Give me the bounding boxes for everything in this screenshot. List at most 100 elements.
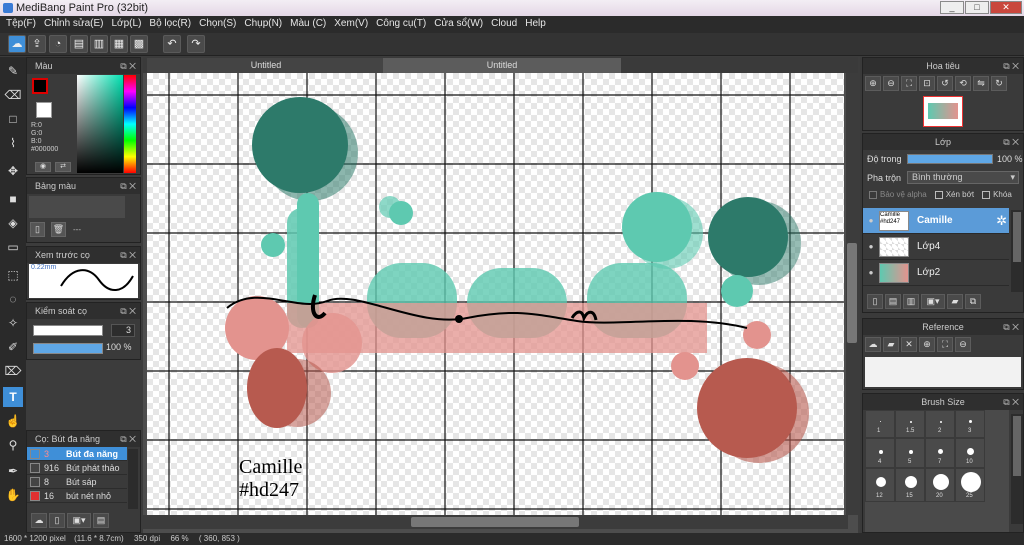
hand-tool-icon[interactable]: ✋ [3,485,23,505]
background-color-swatch[interactable] [36,102,52,118]
menu-window[interactable]: Cửa sổ(W) [432,16,489,33]
zoom-in-icon[interactable]: ⊕ [919,337,935,352]
horizontal-scrollbar[interactable] [143,515,848,529]
zoom-out-icon[interactable]: ⊖ [883,76,899,91]
brush-tool-icon[interactable]: ✎ [3,61,23,81]
rotate-reset-icon[interactable]: ⟲ [955,76,971,91]
vertical-scroll-thumb[interactable] [847,243,857,343]
tab-untitled-2[interactable]: Untitled [383,58,621,73]
canvas-text-block[interactable]: Camille #hd247 [239,456,302,502]
magic-wand-icon[interactable]: ✧ [3,313,23,333]
visibility-icon[interactable]: ● [863,268,879,277]
panel-options-icon[interactable]: ⧉ ✕ [120,58,136,74]
shape-tool-icon[interactable]: □ [3,109,23,129]
brush-size-cell[interactable]: 3 [955,410,985,438]
brush-size-value[interactable]: 3 [111,324,135,337]
rotate-right-icon[interactable]: ↻ [991,76,1007,91]
brush-size-cell[interactable]: 1.5 [895,410,925,438]
reference-cloud-icon[interactable]: ☁ [865,337,881,352]
brush-size-cell[interactable]: 4 [865,438,895,468]
menu-snap[interactable]: Chụp(N) [242,16,288,33]
redo-icon[interactable]: ↷ [187,35,205,53]
pages-icon[interactable]: ▩ [130,35,148,53]
delete-palette-icon[interactable]: 🗑 [51,222,66,237]
brush-item-crayon[interactable]: 8 Bút sáp [27,475,127,489]
panel-options-icon[interactable]: ⧉ ✕ [120,247,136,263]
menu-layer[interactable]: Lớp(L) [110,16,148,33]
operation-tool-icon[interactable]: ☝ [3,411,23,431]
panel-options-icon[interactable]: ⧉ ✕ [120,303,136,319]
share-icon[interactable]: ⇪ [28,35,46,53]
brush-size-cell[interactable]: 10 [955,438,985,468]
brush-size-scrollbar[interactable] [1011,414,1023,524]
brush-size-cell[interactable]: 20 [925,468,955,502]
brush-size-slider[interactable] [33,325,103,336]
palette-swatches[interactable] [29,196,125,218]
duplicate-layer-icon[interactable]: ⧉ [965,294,981,309]
brush-size-cell[interactable]: 12 [865,468,895,502]
eyedropper-tool-icon[interactable]: ⚲ [3,435,23,455]
panel-options-icon[interactable]: ⧉ ✕ [1003,394,1019,410]
navigator-thumbnail[interactable] [923,96,963,127]
menu-help[interactable]: Help [523,16,552,33]
fit-window-icon[interactable]: ⛶ [937,337,953,352]
folder-icon[interactable]: ▰ [947,294,963,309]
document-icon[interactable]: ▤ [70,35,88,53]
layer-item-4[interactable]: ● Lớp4 [863,234,1009,260]
gradient-tool-icon[interactable]: ▭ [3,237,23,257]
new-layer-icon[interactable]: ▯ [867,294,883,309]
layer-list-scrollbar[interactable] [1011,210,1023,292]
move-tool-icon[interactable]: ✥ [3,161,23,181]
brush-list-scrollbar[interactable] [128,449,138,509]
panel-options-icon[interactable]: ⧉ ✕ [1003,58,1019,74]
panel-options-icon[interactable]: ⧉ ✕ [1003,134,1019,150]
close-icon[interactable]: ✕ [901,337,917,352]
select-pen-icon[interactable]: ✐ [3,337,23,357]
select-eraser-icon[interactable]: ⌦ [3,361,23,381]
brush-item-sketch[interactable]: 916 Bút phát thảo [27,461,127,475]
minimize-button[interactable]: _ [940,1,964,14]
bucket-tool-icon[interactable]: ◈ [3,213,23,233]
add-brush-dropdown-icon[interactable]: ▣▾ [67,513,91,528]
tab-untitled-1[interactable]: Untitled [147,58,385,73]
grid-page-icon[interactable]: ▦ [110,35,128,53]
select-rect-icon[interactable]: ⬚ [3,265,23,285]
hue-slider[interactable] [124,75,136,173]
brush-item-fine-pen[interactable]: 16 bút nét nhỏ [27,489,127,503]
blend-mode-select[interactable]: Bình thường ▾ [907,171,1019,184]
clip-checkbox[interactable] [934,190,943,199]
menu-edit[interactable]: Chỉnh sửa(E) [42,16,110,33]
zoom-out-icon[interactable]: ⊖ [955,337,971,352]
new-brush-icon[interactable]: ▯ [49,513,65,528]
fit-window-icon[interactable]: ⛶ [901,76,917,91]
menu-view[interactable]: Xem(V) [332,16,374,33]
brush-item-multipurpose[interactable]: 3 Bút đa năng [27,447,127,461]
add-layer-dropdown-icon[interactable]: ▣▾ [921,294,945,309]
menu-tools[interactable]: Công cụ(T) [374,16,432,33]
actual-size-icon[interactable]: ⊡ [919,76,935,91]
visibility-icon[interactable]: ● [863,242,879,251]
vertical-scrollbar[interactable] [846,73,858,515]
brush-opacity-slider[interactable] [33,343,103,354]
panel-options-icon[interactable]: ⧉ ✕ [120,431,136,447]
comment-icon[interactable]: ◔ [49,35,67,53]
color-saturation-square[interactable] [77,75,123,173]
layer-item-2[interactable]: ● Lớp2 [863,260,1009,286]
layer-item-camille[interactable]: ● Camille #hd247 Camille ✲ [863,208,1009,234]
zoom-in-icon[interactable]: ⊕ [865,76,881,91]
pen-tool-icon[interactable]: ✒ [3,461,23,481]
cloud-icon[interactable]: ☁ [8,35,26,53]
menu-filter[interactable]: Bộ lọc(R) [147,16,197,33]
rotate-left-icon[interactable]: ↺ [937,76,953,91]
flip-icon[interactable]: ⇋ [973,76,989,91]
brush-size-cell[interactable]: 25 [955,468,985,502]
gear-icon[interactable]: ✲ [996,213,1007,229]
text-tool-icon[interactable]: T [3,387,23,407]
reference-canvas[interactable] [865,357,1021,387]
brush-cloud-icon[interactable]: ☁ [31,513,47,528]
brush-size-cell[interactable]: 15 [895,468,925,502]
lock-checkbox[interactable] [982,190,991,199]
new-palette-icon[interactable]: ▯ [30,222,45,237]
panel-options-icon[interactable]: ⧉ ✕ [120,178,136,194]
horizontal-scroll-thumb[interactable] [411,517,579,527]
